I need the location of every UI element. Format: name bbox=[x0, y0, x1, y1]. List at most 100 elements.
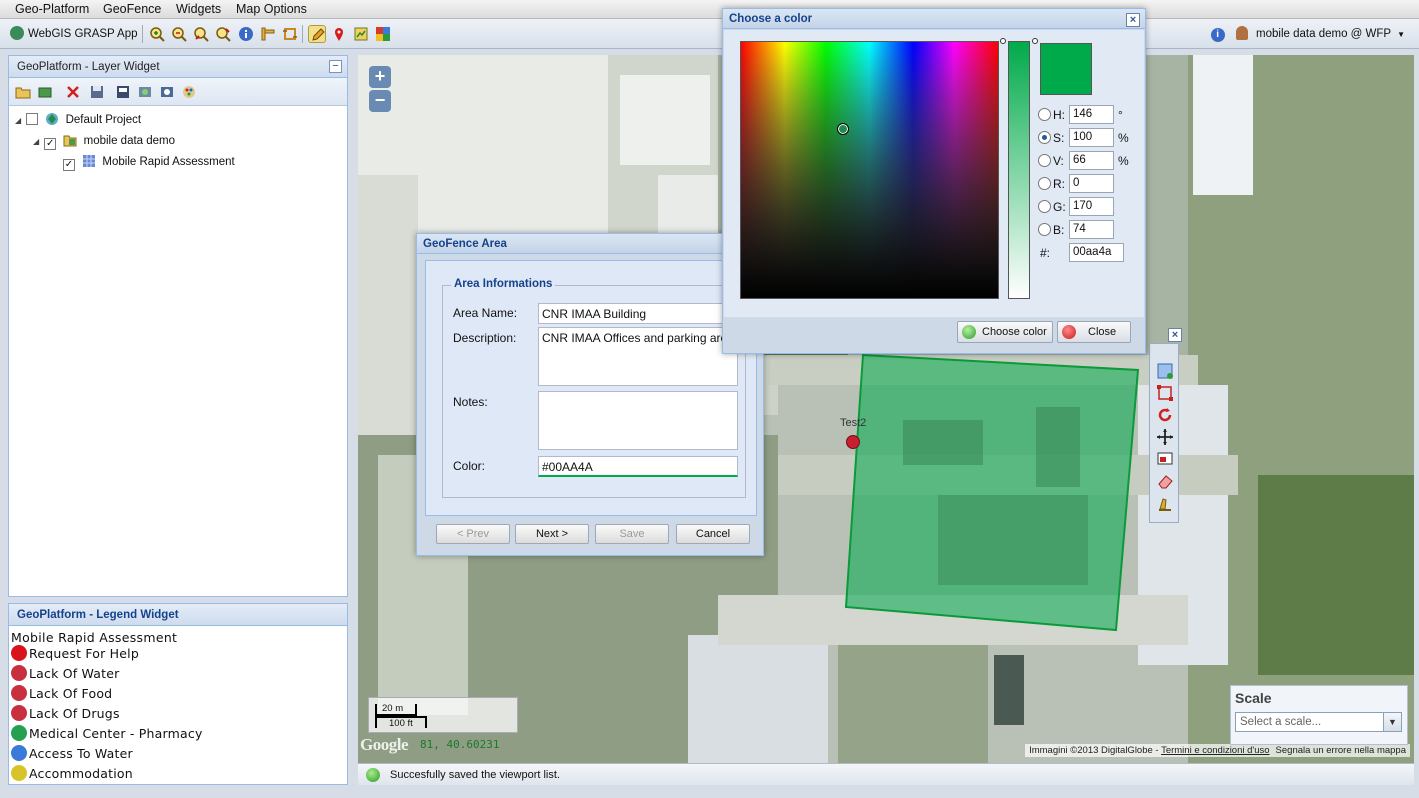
test-marker[interactable] bbox=[846, 435, 860, 449]
hex-input[interactable]: 00aa4a bbox=[1069, 243, 1124, 262]
toolbar-separator bbox=[302, 25, 303, 43]
value-label: V: bbox=[1053, 154, 1064, 168]
zoom-in-button[interactable]: + bbox=[369, 66, 391, 88]
zoom-next-icon[interactable] bbox=[214, 25, 232, 43]
style-icon[interactable] bbox=[181, 84, 197, 100]
resize-icon[interactable] bbox=[1156, 450, 1174, 468]
description-textarea[interactable]: CNR IMAA Offices and parking area bbox=[538, 327, 738, 386]
marker-icon[interactable] bbox=[330, 25, 348, 43]
legend-item-label: Lack Of Food bbox=[29, 686, 113, 701]
report-error-link[interactable]: Segnala un errore nella mappa bbox=[1276, 745, 1406, 756]
saturation-value-field[interactable] bbox=[740, 41, 999, 299]
color-cursor[interactable] bbox=[837, 123, 849, 135]
delete-icon[interactable] bbox=[65, 84, 81, 100]
app-name-button[interactable]: WebGIS GRASP App bbox=[10, 26, 138, 40]
draw-polygon-icon[interactable] bbox=[1156, 362, 1174, 380]
rotate-icon[interactable] bbox=[1156, 406, 1174, 424]
edit-icon[interactable] bbox=[308, 25, 326, 43]
area-name-label: Area Name: bbox=[453, 306, 518, 320]
menu-geofence[interactable]: GeoFence bbox=[103, 2, 161, 16]
info-icon[interactable] bbox=[237, 25, 255, 43]
tree-expand-icon[interactable]: ◢ bbox=[33, 137, 41, 146]
tree-item-label: mobile data demo bbox=[83, 135, 176, 147]
saturation-radio[interactable] bbox=[1038, 131, 1051, 144]
measure-icon[interactable] bbox=[259, 25, 277, 43]
scale-feet-label: 100 ft bbox=[389, 718, 413, 729]
add-folder-icon[interactable] bbox=[15, 84, 31, 100]
save-button[interactable]: Save bbox=[595, 524, 669, 544]
edit-polygon-icon[interactable] bbox=[1156, 384, 1174, 402]
layer-checkbox[interactable]: ✓ bbox=[63, 159, 75, 171]
layer-widget-title: GeoPlatform - Layer Widget bbox=[9, 56, 347, 78]
menu-widgets[interactable]: Widgets bbox=[176, 2, 221, 16]
import-icon[interactable] bbox=[159, 84, 175, 100]
app-logo-icon bbox=[10, 26, 24, 40]
move-icon[interactable] bbox=[1156, 428, 1174, 446]
zoom-in-icon[interactable] bbox=[148, 25, 166, 43]
layer-checkbox[interactable]: ✓ bbox=[44, 138, 57, 150]
attribution-text: Immagini ©2013 DigitalGlobe - bbox=[1029, 745, 1162, 756]
tree-item-default-project[interactable]: ◢ Default Project bbox=[15, 112, 141, 132]
info-icon[interactable]: i bbox=[1210, 28, 1225, 42]
google-icon[interactable] bbox=[374, 25, 392, 43]
eraser-icon[interactable] bbox=[1156, 472, 1174, 490]
tree-item-label: Default Project bbox=[65, 114, 142, 126]
layer-icon bbox=[82, 154, 96, 168]
value-slider[interactable] bbox=[1008, 41, 1030, 299]
zoom-previous-icon[interactable] bbox=[192, 25, 210, 43]
area-name-input[interactable]: CNR IMAA Building bbox=[538, 303, 738, 324]
saturation-unit: % bbox=[1118, 131, 1129, 145]
geofence-window-title[interactable]: GeoFence Area bbox=[417, 234, 763, 254]
add-layer-icon[interactable] bbox=[37, 84, 53, 100]
tree-item-mobile-rapid-assessment[interactable]: ✓ Mobile Rapid Assessment bbox=[63, 154, 235, 174]
blue-input[interactable]: 74 bbox=[1069, 220, 1114, 239]
measure-area-icon[interactable] bbox=[281, 25, 299, 43]
red-radio[interactable] bbox=[1038, 177, 1051, 190]
status-bar: Succesfully saved the viewport list. bbox=[358, 763, 1414, 785]
tree-item-mobile-data-demo[interactable]: ◢ ✓ mobile data demo bbox=[33, 133, 175, 153]
blue-label: B: bbox=[1053, 223, 1065, 237]
collapse-button[interactable]: − bbox=[329, 60, 342, 73]
app-name-label: WebGIS GRASP App bbox=[28, 28, 138, 40]
cancel-button[interactable]: Cancel bbox=[676, 524, 750, 544]
close-icon[interactable]: × bbox=[1126, 13, 1140, 27]
chevron-down-icon[interactable]: ▼ bbox=[1383, 713, 1401, 731]
saturation-input[interactable]: 100 bbox=[1069, 128, 1114, 147]
export-icon[interactable] bbox=[137, 84, 153, 100]
user-menu[interactable]: i mobile data demo @ WFP ▼ bbox=[1210, 26, 1405, 42]
layer-checkbox[interactable] bbox=[26, 113, 39, 125]
menu-map-options[interactable]: Map Options bbox=[236, 2, 307, 16]
scale-select[interactable]: Select a scale... ▼ bbox=[1235, 712, 1402, 732]
sv-slider-handle[interactable] bbox=[1000, 38, 1006, 44]
terms-link[interactable]: Termini e condizioni d'uso bbox=[1161, 745, 1269, 756]
save-view-icon[interactable] bbox=[115, 84, 131, 100]
save-icon[interactable] bbox=[89, 84, 105, 100]
red-input[interactable]: 0 bbox=[1069, 174, 1114, 193]
next-button[interactable]: Next > bbox=[515, 524, 589, 544]
hue-input[interactable]: 146 bbox=[1069, 105, 1114, 124]
value-slider-handle[interactable] bbox=[1032, 38, 1038, 44]
clear-icon[interactable] bbox=[1156, 494, 1174, 512]
blue-radio[interactable] bbox=[1038, 223, 1051, 236]
notes-textarea[interactable] bbox=[538, 391, 738, 450]
prev-button[interactable]: < Prev bbox=[436, 524, 510, 544]
zoom-out-button[interactable]: − bbox=[369, 90, 391, 112]
value-radio[interactable] bbox=[1038, 154, 1051, 167]
menu-geo-platform[interactable]: Geo-Platform bbox=[15, 2, 89, 16]
color-input[interactable]: #00AA4A bbox=[538, 456, 738, 477]
zoom-out-icon[interactable] bbox=[170, 25, 188, 43]
legend-item-label: Lack Of Drugs bbox=[29, 706, 120, 721]
green-input[interactable]: 170 bbox=[1069, 197, 1114, 216]
color-picker-title[interactable]: Choose a color bbox=[723, 9, 1145, 29]
choose-color-button[interactable]: Choose color bbox=[957, 321, 1053, 343]
green-radio[interactable] bbox=[1038, 200, 1051, 213]
legend-symbol-icon bbox=[11, 705, 27, 721]
close-button[interactable]: Close bbox=[1057, 321, 1131, 343]
close-icon[interactable]: × bbox=[1168, 328, 1182, 342]
color-picker-footer: Choose color Close bbox=[724, 317, 1144, 353]
tree-expand-icon[interactable]: ◢ bbox=[15, 116, 23, 125]
value-input[interactable]: 66 bbox=[1069, 151, 1114, 170]
print-icon[interactable] bbox=[352, 25, 370, 43]
hue-radio[interactable] bbox=[1038, 108, 1051, 121]
layer-widget: GeoPlatform - Layer Widget − ◢ Default P… bbox=[8, 55, 348, 597]
